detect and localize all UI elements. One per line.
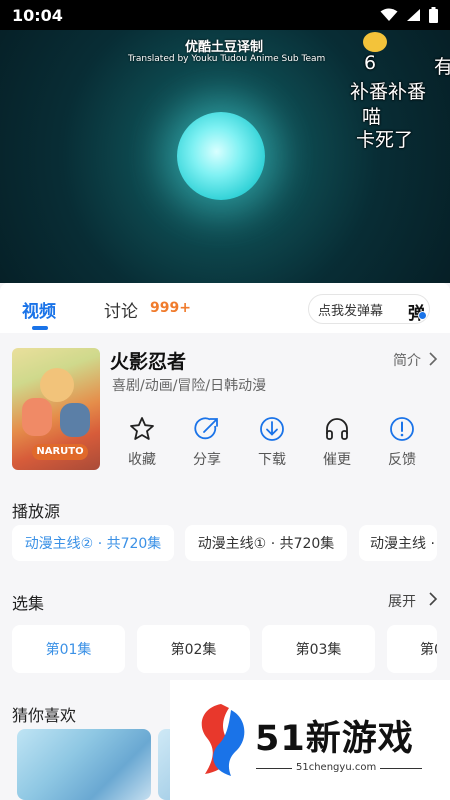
chevron-right-icon bbox=[429, 352, 438, 366]
video-frame-orb bbox=[177, 112, 265, 200]
action-label: 下载 bbox=[258, 452, 286, 468]
status-icons bbox=[380, 7, 438, 23]
sources-label: 播放源 bbox=[12, 502, 61, 521]
watermark-url: 51chengyu.com bbox=[292, 762, 381, 773]
chevron-right-icon bbox=[429, 592, 438, 606]
danmaku-status-dot bbox=[418, 311, 427, 320]
episode-chip[interactable]: 第02集 bbox=[137, 625, 250, 673]
subtitle-cn: 优酷土豆译制 bbox=[185, 40, 264, 55]
intro-link[interactable]: 简介 bbox=[393, 350, 421, 370]
subtitle-en: Translated by Youku Tudou Anime Sub Team bbox=[128, 54, 326, 64]
discuss-count-badge: 999+ bbox=[150, 300, 191, 316]
show-poster[interactable]: NARUTO bbox=[12, 348, 100, 470]
battery-icon bbox=[429, 7, 438, 23]
app-screen: 10:04 优酷土豆译制 Translated by Youku Tudou A… bbox=[0, 0, 450, 800]
feedback-button[interactable]: 反馈 bbox=[370, 415, 434, 469]
danmaku-input[interactable]: 点我发弹幕 弹 bbox=[308, 294, 430, 324]
action-label: 分享 bbox=[193, 452, 221, 468]
poster-logo: NARUTO bbox=[32, 444, 88, 460]
danmaku-comment: 卡死了 bbox=[356, 129, 414, 151]
download-button[interactable]: 下载 bbox=[240, 415, 304, 469]
episode-chip[interactable]: 第03集 bbox=[262, 625, 375, 673]
video-player[interactable]: 优酷土豆译制 Translated by Youku Tudou Anime S… bbox=[0, 30, 450, 283]
watermark-logo-icon bbox=[201, 704, 245, 776]
poster-figure bbox=[60, 403, 90, 437]
source-chip[interactable]: 动漫主线② · 共720集 bbox=[12, 525, 174, 561]
danmaku-emoji-icon bbox=[363, 32, 387, 52]
source-chip[interactable]: 动漫主线① · 共720集 bbox=[185, 525, 347, 561]
episode-chip[interactable]: 第01集 bbox=[12, 625, 125, 673]
recommend-label: 猜你喜欢 bbox=[12, 706, 77, 725]
episodes-label: 选集 bbox=[12, 594, 45, 613]
share-icon bbox=[194, 417, 218, 440]
poster-figure bbox=[40, 368, 74, 402]
danmaku-comment: 6 bbox=[364, 52, 377, 74]
headphones-icon bbox=[326, 418, 348, 440]
tab-bar: 视频 讨论 999+ 点我发弹幕 弹 bbox=[0, 283, 450, 333]
danmaku-placeholder: 点我发弹幕 bbox=[318, 303, 384, 319]
tab-discuss[interactable]: 讨论 bbox=[104, 297, 138, 322]
download-icon bbox=[260, 417, 284, 441]
episode-chip[interactable]: 第04 bbox=[387, 625, 437, 673]
alert-icon bbox=[390, 417, 414, 441]
wifi-icon bbox=[380, 8, 398, 21]
danmaku-comment: 补番补番 bbox=[350, 81, 427, 103]
signal-icon bbox=[407, 9, 420, 21]
urge-update-button[interactable]: 催更 bbox=[305, 415, 369, 469]
share-button[interactable]: 分享 bbox=[175, 415, 239, 469]
star-icon bbox=[130, 417, 154, 440]
action-label: 收藏 bbox=[128, 452, 156, 468]
recommend-card[interactable] bbox=[17, 729, 151, 800]
poster-figure bbox=[22, 398, 52, 436]
tab-active-indicator bbox=[32, 326, 48, 330]
action-row: 收藏 分享 下载 催更 反馈 bbox=[110, 415, 440, 471]
source-chip[interactable]: 动漫主线 · bbox=[359, 525, 437, 561]
tab-video[interactable]: 视频 bbox=[22, 297, 56, 322]
show-title: 火影忍者 bbox=[110, 351, 187, 373]
watermark-text: 51新游戏 bbox=[255, 719, 414, 759]
action-label: 反馈 bbox=[388, 452, 416, 468]
favorite-button[interactable]: 收藏 bbox=[110, 415, 174, 469]
watermark: 51新游戏 51chengyu.com bbox=[170, 680, 450, 800]
status-time: 10:04 bbox=[12, 5, 63, 25]
expand-button[interactable]: 展开 bbox=[388, 591, 416, 611]
action-label: 催更 bbox=[323, 452, 351, 468]
danmaku-comment: 有 bbox=[434, 56, 450, 78]
show-genre: 喜剧/动画/冒险/日韩动漫 bbox=[112, 378, 267, 394]
status-bar: 10:04 bbox=[0, 0, 450, 30]
